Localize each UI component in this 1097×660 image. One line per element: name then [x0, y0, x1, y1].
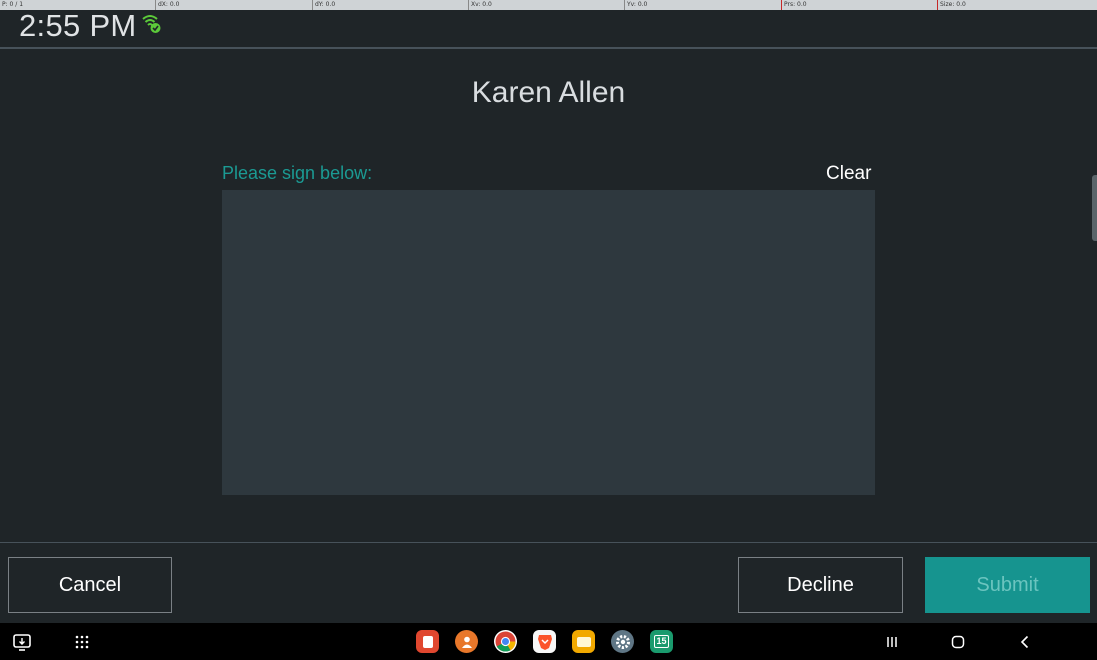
chrome-icon[interactable]	[494, 630, 517, 653]
calendar-day: 15	[654, 635, 669, 648]
scrollbar[interactable]	[1092, 175, 1097, 241]
note-glyph	[422, 635, 433, 648]
status-bar: 2:55 PM	[0, 8, 1097, 49]
chrome-glyph	[495, 631, 516, 652]
recents-icon[interactable]	[882, 632, 902, 652]
taskbar-app-red-icon[interactable]	[416, 630, 439, 653]
pointer-debug-bar: P: 0 / 1 dX: 0.0 dY: 0.0 Xv: 0.0 Yv: 0.0…	[0, 0, 1097, 10]
brave-icon[interactable]	[533, 630, 556, 653]
clock: 2:55 PM	[19, 8, 137, 43]
folder-glyph	[576, 636, 591, 647]
pressure-readout: Prs: 0.0	[781, 0, 807, 10]
dy-readout: dY: 0.0	[312, 0, 335, 10]
files-icon[interactable]	[572, 630, 595, 653]
dx-readout: dX: 0.0	[155, 0, 179, 10]
lion-glyph	[537, 634, 552, 650]
yv-readout: Yv: 0.0	[624, 0, 647, 10]
clear-button[interactable]: Clear	[826, 163, 871, 185]
divider	[0, 542, 1097, 543]
back-icon[interactable]	[1015, 632, 1035, 652]
app-drawer-icon[interactable]	[72, 632, 92, 652]
signature-prompt: Please sign below:	[222, 163, 373, 183]
calendar-icon[interactable]: 15	[650, 630, 673, 653]
wifi-connected-icon	[142, 15, 161, 33]
xv-readout: Xv: 0.0	[468, 0, 492, 10]
gear-glyph	[615, 634, 630, 649]
cancel-button[interactable]: Cancel	[8, 557, 172, 613]
navigation-bar: 15	[0, 623, 1097, 660]
person-glyph	[461, 636, 472, 648]
size-readout: Size: 0.0	[937, 0, 966, 10]
signer-name: Karen Allen	[471, 76, 626, 109]
contacts-icon[interactable]	[455, 630, 478, 653]
settings-icon[interactable]	[611, 630, 634, 653]
decline-button[interactable]: Decline	[738, 557, 903, 613]
signature-pad[interactable]	[222, 190, 875, 495]
screen-share-icon[interactable]	[12, 632, 32, 652]
home-icon[interactable]	[948, 632, 968, 652]
submit-button[interactable]: Submit	[925, 557, 1090, 613]
